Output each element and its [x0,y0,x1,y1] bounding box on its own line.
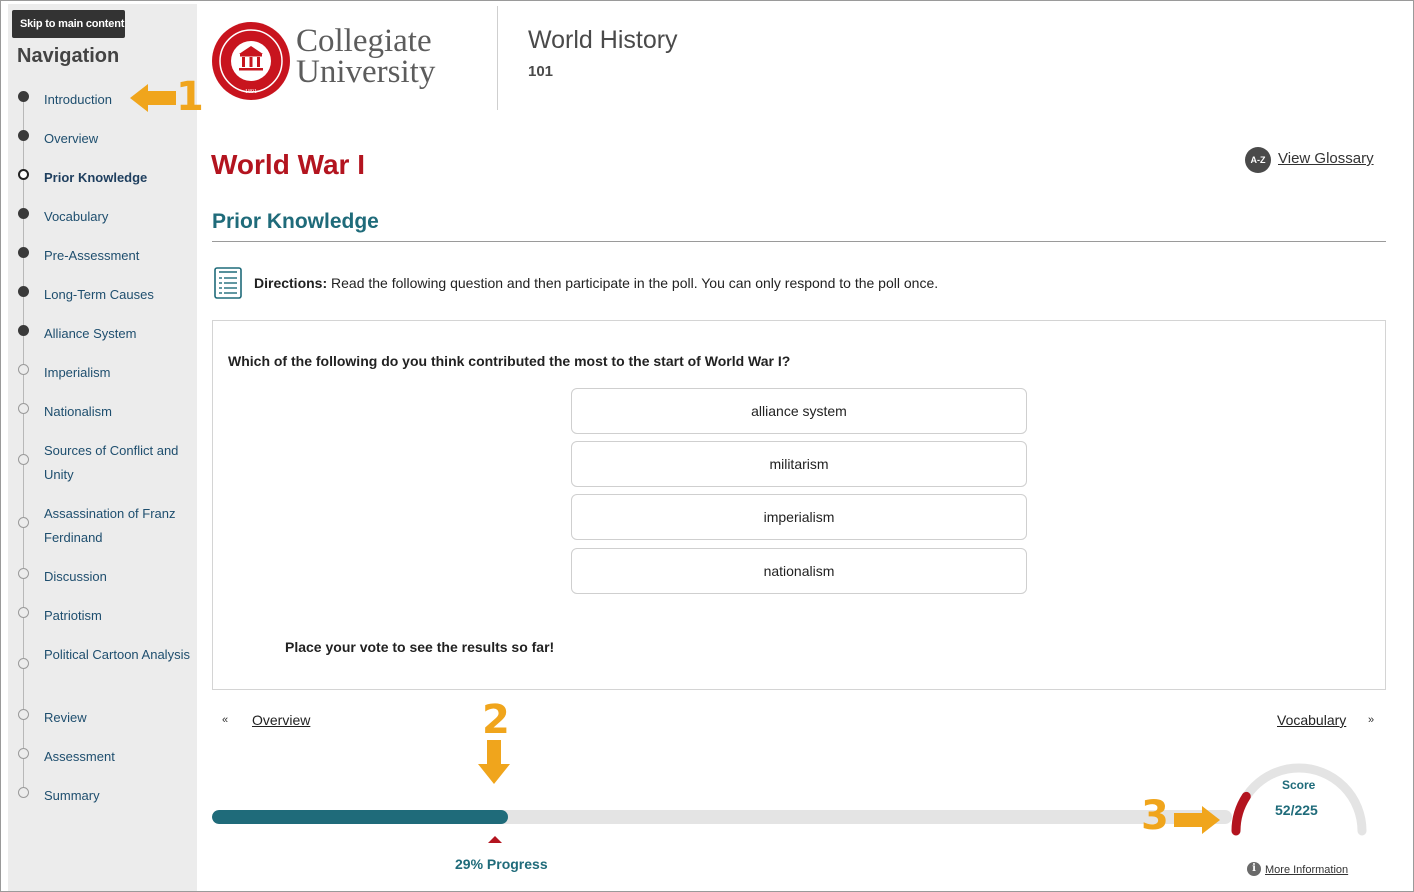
poll-question: Which of the following do you think cont… [228,353,791,369]
section-title: Prior Knowledge [212,210,379,233]
progress-label: 29% Progress [455,856,548,872]
nav-status-dot-icon [18,91,29,102]
sidebar-item-label: Long-Term Causes [44,287,154,302]
nav-status-dot-icon [18,130,29,141]
sidebar-item-label: Alliance System [44,326,137,341]
sidebar-item-label: Pre-Assessment [44,248,140,263]
score-label: Score [1282,778,1316,792]
callout-number-2: 2 [482,697,510,743]
nav-status-dot-icon [18,169,29,180]
progress-marker-icon [488,836,502,843]
directions-text: Directions: Read the following question … [254,275,938,291]
next-page-link[interactable]: Vocabulary [1277,712,1346,728]
sidebar-item-label: Patriotism [44,608,102,623]
poll-option-button[interactable]: militarism [571,441,1027,487]
sidebar-item-label: Assassination of Franz Ferdinand [44,506,176,545]
score-gauge [1231,763,1367,836]
header-divider [497,6,498,110]
nav-status-dot-icon [18,208,29,219]
poll-option-button[interactable]: alliance system [571,388,1027,434]
nav-status-dot-icon [18,286,29,297]
a-z-glossary-icon: A-Z [1245,147,1271,173]
nav-status-dot-icon [18,568,29,579]
sidebar-item-label: Review [44,710,87,725]
previous-page-link[interactable]: Overview [252,712,310,728]
nav-status-dot-icon [18,247,29,258]
callout-arrow-left-icon [130,84,176,112]
wordmark-line-2: University [296,54,436,90]
callout-number-3: 3 [1141,793,1169,839]
nav-status-dot-icon [18,403,29,414]
nav-status-dot-icon [18,658,29,669]
sidebar-item-label: Vocabulary [44,209,109,224]
course-title: World History [528,26,678,54]
sidebar-item-label: Sources of Conflict and Unity [44,443,179,482]
navigation-heading: Navigation [17,45,120,67]
callout-number-1: 1 [176,74,204,120]
score-gauge-fill [1231,791,1251,836]
poll-panel: Which of the following do you think cont… [212,320,1386,690]
sidebar-item-label: Nationalism [44,404,112,419]
view-glossary-link[interactable]: View Glossary [1278,150,1374,167]
poll-option-button[interactable]: nationalism [571,548,1027,594]
callout-arrow-right-icon [1174,806,1220,834]
progress-bar-fill [212,810,508,824]
university-seal-logo: 1891 [212,22,290,100]
course-number: 101 [528,63,554,80]
nav-status-dot-icon [18,787,29,798]
sidebar-item-label: Imperialism [44,365,111,380]
nav-status-dot-icon [18,709,29,720]
sidebar-item-label: Political Cartoon Analysis [44,647,190,662]
previous-arrow-icon[interactable]: « [222,714,228,726]
sidebar-item-label: Overview [44,131,99,146]
university-wordmark: Collegiate University [296,23,436,90]
checklist-icon [214,267,242,299]
callout-arrow-down-icon [478,740,510,784]
next-arrow-icon[interactable]: » [1368,714,1374,726]
sidebar-item-label: Discussion [44,569,107,584]
skip-to-main-content-link[interactable]: Skip to main content [12,10,125,38]
navigation-timeline-line [23,95,24,791]
poll-option-button[interactable]: imperialism [571,494,1027,540]
nav-status-dot-icon [18,748,29,759]
poll-results-hint: Place your vote to see the results so fa… [285,639,555,655]
section-divider [212,241,1386,242]
progress-bar [212,810,1232,824]
sidebar-item-label: Assessment [44,749,115,764]
nav-status-dot-icon [18,517,29,528]
wordmark-line-1: Collegiate [296,23,432,59]
svg-text:1891: 1891 [245,89,257,95]
nav-status-dot-icon [18,454,29,465]
sidebar-item-label: Summary [44,788,100,803]
nav-status-dot-icon [18,325,29,336]
score-value: 52/225 [1275,802,1318,818]
page-title: World War I [211,149,365,180]
nav-status-dot-icon [18,364,29,375]
directions-body: Read the following question and then par… [327,275,939,291]
directions-label: Directions: [254,275,328,291]
info-icon[interactable]: i [1247,862,1261,876]
more-information-link[interactable]: More Information [1265,864,1348,876]
sidebar-item-label: Prior Knowledge [44,170,148,185]
nav-status-dot-icon [18,607,29,618]
